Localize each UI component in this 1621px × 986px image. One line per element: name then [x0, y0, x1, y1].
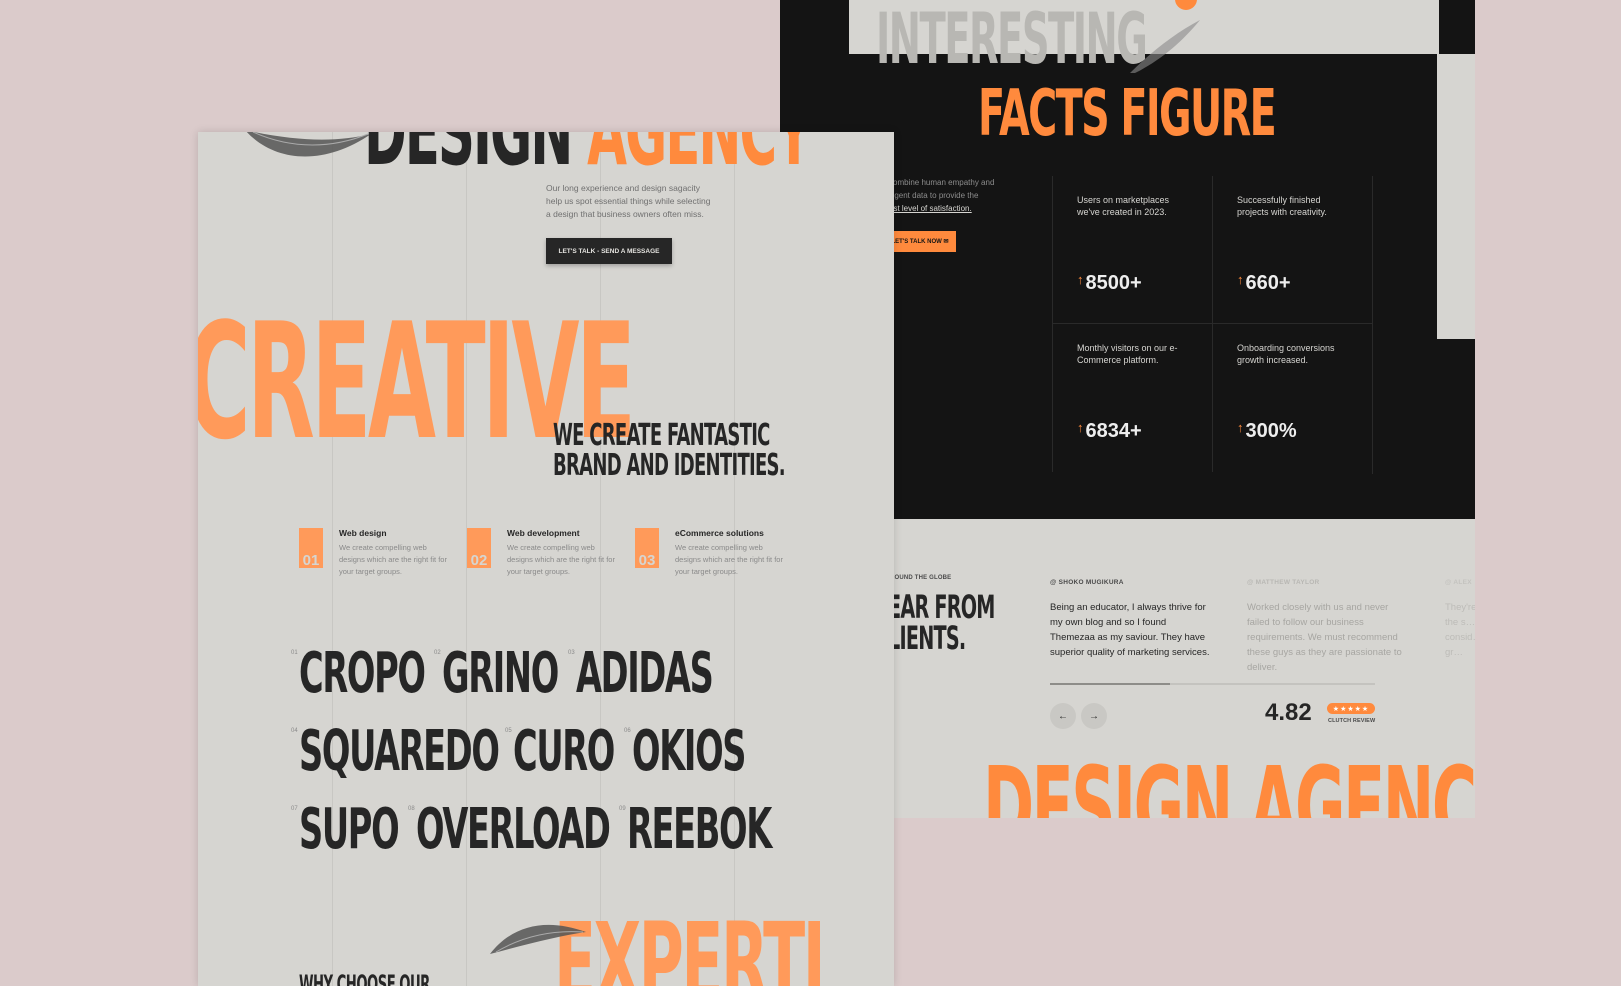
feather-icon — [246, 132, 371, 157]
testimonial-author: @ ALEX — [1445, 579, 1472, 586]
testimonial-author: @ SHOKO MUGIKURA — [1050, 579, 1124, 586]
service-title: Web development — [507, 528, 580, 538]
send-message-button[interactable]: LET'S TALK - SEND A MESSAGE — [546, 238, 672, 264]
stat-card: Users on marketplaces we've created in 2… — [1052, 176, 1212, 324]
brand-name: OVERLOAD — [416, 797, 611, 862]
stat-card: Monthly visitors on our e-Commerce platf… — [1052, 324, 1212, 472]
brand-index: 08 — [408, 806, 415, 812]
feather-icon — [490, 924, 586, 954]
heading-line-2: LIENTS. — [888, 619, 966, 657]
stat-card: Successfully finished projects with crea… — [1212, 176, 1372, 324]
tagline-line-2: BRAND AND IDENTITIES. — [553, 448, 786, 483]
service-number-badge: 02 — [467, 528, 491, 568]
arrow-up-icon: ↑ — [1077, 272, 1084, 287]
slider-progress — [1050, 683, 1170, 685]
grid-divider — [1372, 176, 1373, 474]
brand-index: 07 — [291, 806, 298, 812]
lets-talk-now-button[interactable]: LET'S TALK NOW ✉ — [884, 231, 956, 252]
stat-label: Users on marketplaces we've created in 2… — [1077, 195, 1170, 217]
brand-index: 02 — [434, 650, 441, 656]
expertise-headline: EXPERTI — [554, 899, 826, 986]
clutch-review-label: CLUTCH REVIEW — [1328, 718, 1376, 724]
service-title: eCommerce solutions — [675, 528, 764, 538]
intro-line-2: lligent data to provide the — [889, 191, 979, 200]
next-arrow-button[interactable]: → — [1081, 703, 1107, 729]
heading-dark-word: DESIGN — [364, 132, 573, 186]
prev-arrow-button[interactable]: ← — [1050, 703, 1076, 729]
service-description: We create compelling web designs which a… — [675, 543, 783, 576]
stat-value: ↑ 660+ — [1237, 272, 1291, 294]
side-light-band — [1437, 54, 1475, 339]
testimonials-heading: EAR FROM LIENTS. — [888, 591, 995, 657]
testimonial-author: @ MATTHEW TAYLOR — [1247, 579, 1320, 586]
brand-name: REEBOK — [627, 797, 772, 862]
brand-name: SQUAREDO — [299, 719, 500, 784]
service-description: We create compelling web designs which a… — [507, 543, 615, 576]
design-agency-banner: DESIGN AGENC — [983, 743, 1475, 818]
testimonial-text: Being an educator, I always thrive for m… — [1050, 602, 1210, 658]
arrow-up-icon: ↑ — [1237, 420, 1244, 435]
left-page-mockup: DESIGN AGENCY Our long experience and de… — [198, 132, 894, 986]
design-agency-heading: DESIGN AGENCY — [364, 132, 812, 179]
service-description: We create compelling web designs which a… — [339, 543, 447, 576]
intro-link[interactable]: est level of satisfaction. — [889, 204, 972, 213]
brand-name: SUPO — [299, 797, 400, 862]
brand-index: 04 — [291, 728, 298, 734]
testimonial-card: @ SHOKO MUGIKURA Being an educator, I al… — [1050, 575, 1210, 660]
brand-name: GRINO — [442, 641, 559, 706]
testimonial-card: @ ALEX They're a… the s… consid… the gr… — [1445, 575, 1475, 660]
interesting-heading: INTERESTING — [876, 0, 1148, 80]
arrow-up-icon: ↑ — [1077, 420, 1084, 435]
rating-score: 4.82 — [1265, 699, 1312, 726]
stat-value: ↑ 6834+ — [1077, 420, 1142, 442]
brand-index: 06 — [624, 728, 631, 734]
service-title: Web design — [339, 528, 387, 538]
stat-label: Successfully finished projects with crea… — [1237, 195, 1327, 217]
brand-name: ADIDAS — [576, 641, 714, 706]
testimonial-card: @ MATTHEW TAYLOR Worked closely with us … — [1247, 575, 1407, 675]
tagline: WE CREATE FANTASTIC BRAND AND IDENTITIES… — [553, 421, 786, 483]
stat-value: ↑ 300% — [1237, 420, 1297, 442]
facts-intro-text: combine human empathy and lligent data t… — [889, 176, 999, 215]
brand-name: CROPO — [299, 641, 426, 706]
service-number-badge: 01 — [299, 528, 323, 568]
brand-index: 01 — [291, 650, 298, 656]
stat-value: ↑ 8500+ — [1077, 272, 1142, 294]
feather-icon — [1130, 20, 1200, 73]
section-eyebrow: ROUND THE GLOBE — [890, 575, 952, 581]
brand-index: 09 — [619, 806, 626, 812]
hero-description: Our long experience and design sagacity … — [546, 183, 711, 219]
testimonial-text: Worked closely with us and never failed … — [1247, 602, 1402, 673]
arrow-up-icon: ↑ — [1237, 272, 1244, 287]
facts-figure-title: FACTS FIGURE — [978, 77, 1277, 151]
brand-name: CURO — [513, 719, 615, 784]
heading-orange-word: AGENCY — [587, 132, 812, 186]
testimonial-text: They're a… the s… consid… the gr… — [1445, 602, 1475, 658]
why-choose-heading: WHY CHOOSE OUR — [299, 970, 430, 986]
stat-label: Monthly visitors on our e-Commerce platf… — [1077, 343, 1178, 365]
stat-card: Onboarding conversions growth increased.… — [1212, 324, 1372, 472]
brand-name: OKIOS — [632, 719, 746, 784]
service-number-badge: 03 — [635, 528, 659, 568]
stat-label: Onboarding conversions growth increased. — [1237, 343, 1335, 365]
star-rating-icon: ★★★★★ — [1327, 703, 1375, 714]
intro-line-1: combine human empathy and — [889, 178, 995, 187]
brand-index: 05 — [505, 728, 512, 734]
brand-index: 03 — [568, 650, 575, 656]
